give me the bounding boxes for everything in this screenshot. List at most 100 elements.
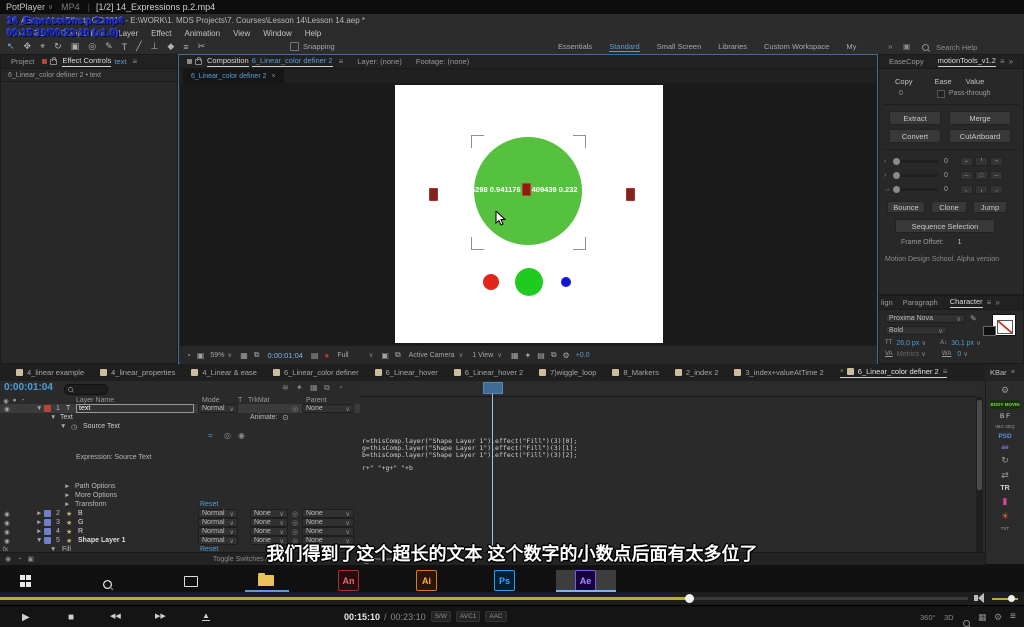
eye-icon[interactable]: ◉ [4,519,10,527]
previous-button[interactable]: ◀◀ [110,612,121,620]
snapshot-icon[interactable]: ▤ [311,351,319,360]
photoshop-app-button[interactable]: Ps [494,570,515,591]
in-ease-value[interactable]: 0 [944,158,948,165]
eraser-tool-icon[interactable]: ◆ [167,41,174,52]
expand-icon[interactable]: ► [64,501,70,508]
prop-row-transform[interactable]: ► Transform Reset [0,500,360,509]
preferences-button[interactable]: ⚙ [994,612,1002,623]
workspace-essentials[interactable]: Essentials [558,42,592,51]
exposure-gear-icon[interactable]: ⚙ [563,351,570,360]
value-label[interactable]: Value [966,77,985,86]
playhead-handle[interactable] [483,382,503,394]
workspace-libraries[interactable]: Libraries [718,42,747,51]
browser-button[interactable] [963,614,970,627]
tab-composition[interactable]: Composition [207,56,249,67]
close-icon[interactable]: × [272,73,276,80]
workspace-standard[interactable]: Standard [609,42,639,52]
trkmat-dropdown[interactable]: None∨ [250,527,288,536]
expression-pickwhip-icon[interactable]: ◉ [238,431,245,440]
snapping-checkbox[interactable] [290,42,299,51]
exposure-value[interactable]: +0.0 [576,352,590,359]
tab-character[interactable]: Character [950,297,983,308]
both-ease-slider-knob[interactable] [893,186,900,193]
in-ease-slider-knob[interactable] [893,158,900,165]
expression-code-line[interactable]: b=thisComp.layer("Shape Layer 1").effect… [362,451,577,459]
timeline-search-box[interactable] [64,384,108,395]
kbar-gear-icon[interactable]: ⚙ [990,385,1020,396]
kbar-swap-icon[interactable]: ⇄ [990,470,1020,481]
timeline-vscrollbar[interactable] [976,397,983,552]
seek-remaining[interactable] [690,597,968,600]
timeline-timecode[interactable]: 0:00:01:04 [4,382,53,393]
tl-tab[interactable]: 4_linear example [16,368,84,377]
blend-mode-dropdown[interactable]: Normal∨ [198,527,238,536]
trkmat-dropdown[interactable]: None∨ [250,509,288,518]
chevron-down-icon[interactable]: ∨ [976,339,981,347]
grid-guides-icon[interactable]: ▦ [240,351,248,360]
transform-reset-link[interactable]: Reset [200,501,218,508]
tl-tab[interactable]: 4_linear_properties [100,368,175,377]
tab-easecopy[interactable]: EaseCopy [889,57,924,66]
label-color-chip[interactable] [44,519,51,526]
anchor-tr-button[interactable]: ¬ [990,157,1003,166]
menu-window[interactable]: Window [263,29,291,38]
camera-tool-icon[interactable]: ▣ [71,41,80,52]
header-trkmat[interactable]: TrkMat [248,397,270,404]
view-layout-dropdown[interactable]: 1 View∨ [472,351,502,359]
anchor-ml-button[interactable]: ─ [960,171,973,180]
control-panel-button[interactable]: ▦ [978,612,987,623]
resolution-dropdown[interactable]: Full∨ [337,351,373,359]
play-button[interactable]: ▶ [22,612,30,623]
file-explorer-button[interactable] [258,575,274,586]
stop-button[interactable]: ■ [68,612,74,623]
cutartboard-button[interactable]: CutArtboard [949,129,1011,143]
header-t[interactable]: T [238,397,242,404]
zoom-level-dropdown[interactable]: 59%∨ [210,351,232,359]
start-button[interactable] [20,575,32,587]
pixel-aspect-icon[interactable]: ▦ [511,351,519,360]
kbar-psd[interactable]: PSD [990,433,1020,440]
eye-icon[interactable]: ◉ [4,510,10,518]
snapping-toggle[interactable]: Snapping [290,42,335,51]
prop-row-path-options[interactable]: ► Path Options [0,482,360,491]
viewer-comp-tab[interactable]: 6_Linear_color definer 2 × [183,69,284,83]
tl-tab[interactable]: 4_Linear & ease [191,368,257,377]
parent-dropdown[interactable]: None∨ [302,518,354,527]
animate-app-button[interactable]: An [338,570,359,591]
tl-tab[interactable]: 7)wiggle_loop [539,368,596,377]
header-layer-name[interactable]: Layer Name [76,397,114,404]
merge-button[interactable]: Merge [949,111,1011,125]
layer-row-b[interactable]: ◉ ► 2 ★ B Normal∨ None∨ ◎ None∨ [0,509,360,518]
layer-row-text[interactable]: ◉ ▼ 1 T text Normal∨ ◎ None∨ [0,404,360,413]
transparency-grid-icon[interactable]: ⧉ [395,350,401,360]
kbar-refresh-icon[interactable]: ↻ [990,455,1020,466]
blend-mode-dropdown[interactable]: Normal∨ [198,404,238,413]
kerning-value[interactable]: Metrics [897,351,920,358]
prop-row-source-text[interactable]: ▼ ◷ Source Text [0,422,360,431]
rotobrush-tool-icon[interactable]: ≡ [183,42,188,52]
panel-menu-icon[interactable]: ≡ [943,367,948,376]
stamp-tool-icon[interactable]: ⊥ [151,41,159,52]
channels-icon[interactable]: ● [324,351,329,360]
layer-name[interactable]: G [78,519,83,526]
blend-mode-dropdown[interactable]: Normal∨ [198,518,238,527]
anchor-mr-button[interactable]: ─ [990,171,1003,180]
layer-name-edit[interactable]: text [76,404,194,413]
source-text-layer[interactable]: 6298 0.941176 409439 0.232 [471,183,578,196]
pen-tool-icon[interactable]: ✎ [105,41,113,52]
extract-button[interactable]: Extract [889,111,941,125]
volume-knob[interactable] [1008,595,1015,602]
kbar-script-bf[interactable]: B F [990,413,1020,420]
tab-motiontools[interactable]: motionTools_v1.2 [938,56,996,67]
no-stroke-swatch[interactable] [997,320,1013,334]
out-ease-value[interactable]: 0 [944,172,948,179]
kbar-tr[interactable]: TR [990,485,1020,492]
both-ease-slider-track[interactable] [900,188,938,191]
kbar-ae-script[interactable]: ae [990,444,1020,451]
magnification-icon[interactable]: ▣ [197,351,205,360]
panel-menu-icon[interactable]: ≡ [1000,57,1005,66]
chevron-down-icon[interactable]: ∨ [921,350,926,358]
potplayer-app-menu[interactable]: PotPlayer [6,2,45,12]
expand-icon[interactable]: ▼ [36,405,42,412]
eye-icon[interactable]: ◉ [4,405,10,413]
